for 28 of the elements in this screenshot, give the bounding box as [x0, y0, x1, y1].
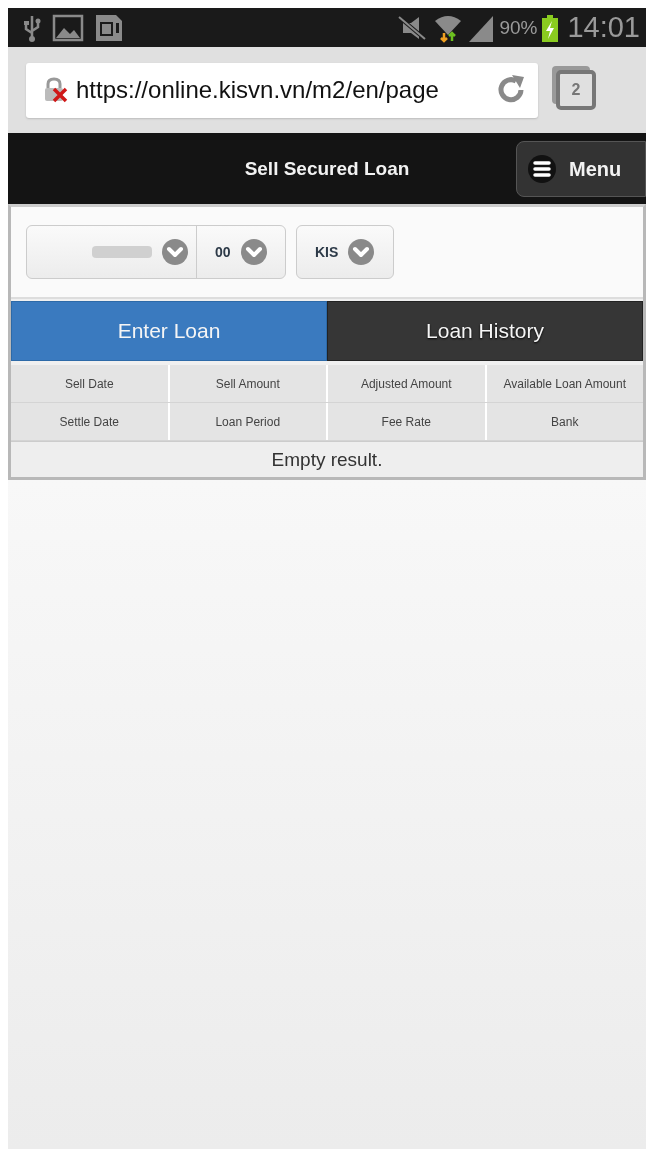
battery-charging-icon	[541, 13, 560, 42]
insecure-lock-icon	[42, 77, 68, 103]
refresh-icon	[496, 75, 526, 105]
sim-card-icon	[94, 12, 124, 43]
menu-icon	[527, 154, 557, 184]
tab[interactable]: Loan History	[327, 301, 643, 361]
sub-account-value: 00	[215, 244, 231, 260]
url-text: https://online.kisvn.vn/m2/en/page	[76, 76, 440, 104]
empty-message: Empty result.	[11, 441, 643, 477]
tab[interactable]: Enter Loan	[11, 301, 327, 361]
broker-selector[interactable]: KIS	[296, 225, 394, 279]
column-header: Sell Date	[11, 365, 170, 402]
battery-percent: 90%	[499, 16, 538, 39]
redacted-text	[92, 246, 152, 258]
image-icon	[52, 13, 84, 42]
clock: 14:01	[567, 11, 640, 44]
column-header: Bank	[550, 413, 580, 431]
column-header: Adjusted Amount	[328, 365, 487, 402]
address-bar[interactable]: https://online.kisvn.vn/m2/en/page	[26, 62, 538, 118]
chevron-down-icon	[348, 239, 375, 265]
usb-icon	[22, 13, 42, 42]
chevron-down-icon	[162, 239, 188, 265]
menu-button[interactable]: Menu	[516, 141, 646, 197]
column-header: Available Loan Amount	[502, 375, 627, 393]
account-selector[interactable]: 00	[26, 225, 286, 279]
page-title: Sell Secured Loan	[244, 157, 410, 180]
column-header: Sell Amount	[169, 365, 328, 402]
chevron-down-icon	[240, 239, 267, 265]
